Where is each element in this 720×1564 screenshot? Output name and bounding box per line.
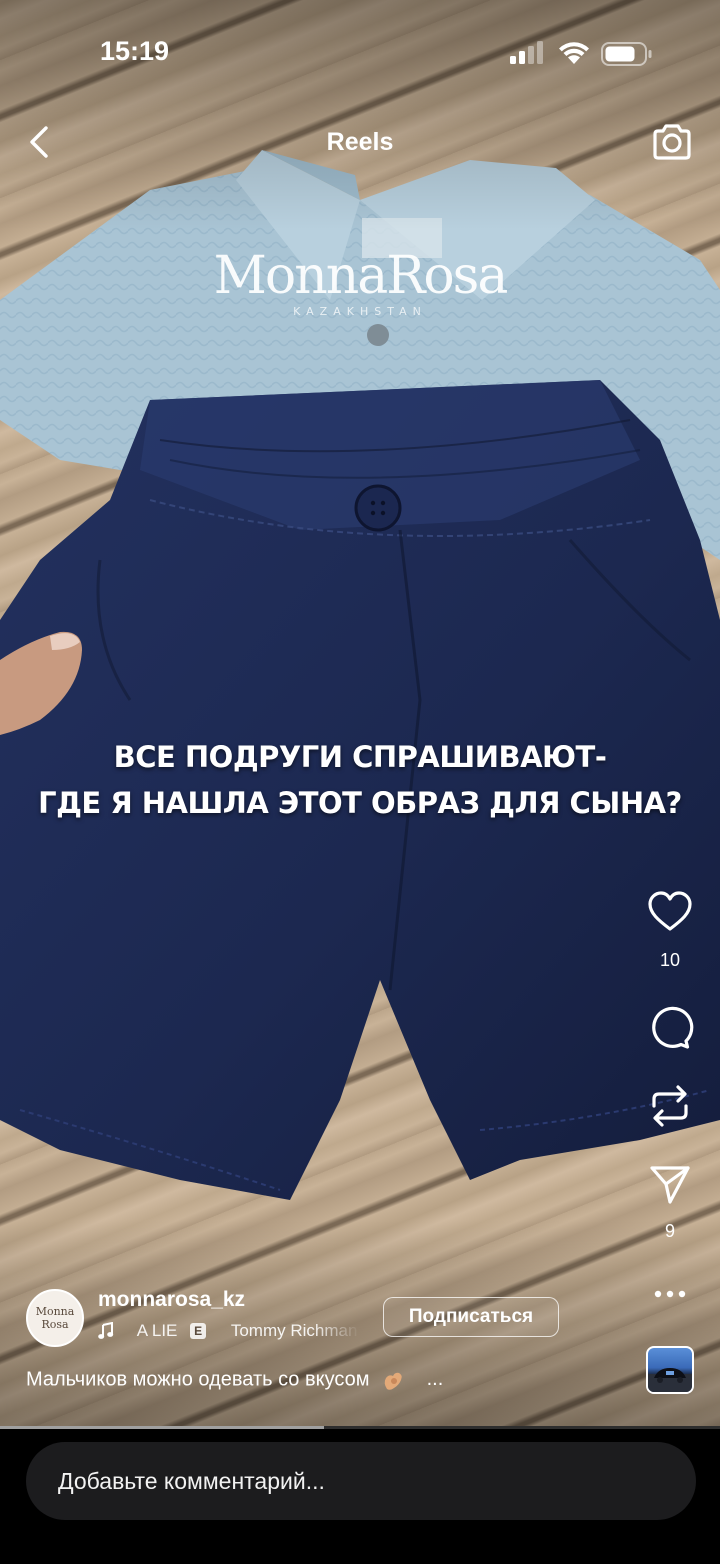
video-progress-track[interactable]	[0, 1426, 720, 1429]
username[interactable]: monnarosa_kz	[98, 1288, 245, 1312]
music-note-icon	[98, 1321, 114, 1339]
caption[interactable]: Мальчиков можно одевать со вкусом ...	[26, 1367, 443, 1393]
music-artist: Tommy Richman	[230, 1320, 358, 1340]
status-time: 15:19	[100, 36, 170, 66]
brand-watermark-sub: KAZAKHSTAN	[293, 305, 427, 318]
like-button[interactable]	[646, 888, 694, 936]
avatar-logo-line-2: Rosa	[41, 1318, 69, 1331]
explicit-badge: E	[190, 1322, 207, 1339]
video-overlay-line-2: ГДЕ Я НАШЛА ЭТОТ ОБРАЗ ДЛЯ СЫНА?	[38, 786, 682, 820]
music-track: A LIE	[136, 1320, 178, 1340]
audio-thumbnail[interactable]	[646, 1346, 694, 1394]
like-count: 10	[659, 950, 681, 970]
reel-video[interactable]: MonnaRosa KAZAKHSTAN ВСЕ ПОДРУГИ СПРАШИВ…	[0, 0, 720, 1426]
repost-button[interactable]	[646, 1082, 694, 1130]
more-dots-icon	[654, 1290, 686, 1298]
share-button[interactable]	[646, 1160, 694, 1208]
avatar-logo-line-1: Monna	[35, 1305, 75, 1318]
video-frame-illustration	[0, 0, 720, 1426]
caption-text: Мальчиков можно одевать со вкусом	[26, 1368, 370, 1391]
follow-button[interactable]: Подписаться	[383, 1297, 559, 1337]
avatar-logo: Monna Rosa	[28, 1305, 82, 1331]
comment-bubble-icon	[652, 1006, 694, 1049]
cellular-signal-icon	[510, 41, 543, 64]
comment-button[interactable]	[646, 1004, 694, 1052]
car-thumbnail-image	[648, 1368, 692, 1392]
brand-watermark: MonnaRosa	[213, 246, 509, 306]
status-icons	[508, 38, 658, 75]
caption-more[interactable]: ...	[427, 1368, 444, 1390]
comment-bar	[0, 1426, 720, 1564]
music-info[interactable]: A LIE E Tommy Richman	[98, 1320, 360, 1346]
share-count: 9	[664, 1221, 675, 1241]
wifi-icon	[559, 42, 589, 64]
camera-button[interactable]	[650, 122, 694, 162]
avatar[interactable]: Monna Rosa	[26, 1289, 84, 1347]
send-icon	[650, 1166, 690, 1204]
ok-hand-icon	[384, 1372, 402, 1390]
reels-screen: MonnaRosa KAZAKHSTAN ВСЕ ПОДРУГИ СПРАШИВ…	[0, 0, 720, 1564]
video-overlay-line-1: ВСЕ ПОДРУГИ СПРАШИВАЮТ-	[113, 740, 607, 774]
page-title: Reels	[326, 128, 394, 156]
comment-input[interactable]	[26, 1442, 696, 1520]
video-progress-fill	[0, 1426, 324, 1429]
heart-icon	[648, 891, 692, 931]
battery-icon	[601, 42, 652, 66]
repost-icon	[652, 1085, 688, 1127]
camera-icon	[653, 124, 691, 160]
more-options-button[interactable]	[650, 1282, 690, 1306]
